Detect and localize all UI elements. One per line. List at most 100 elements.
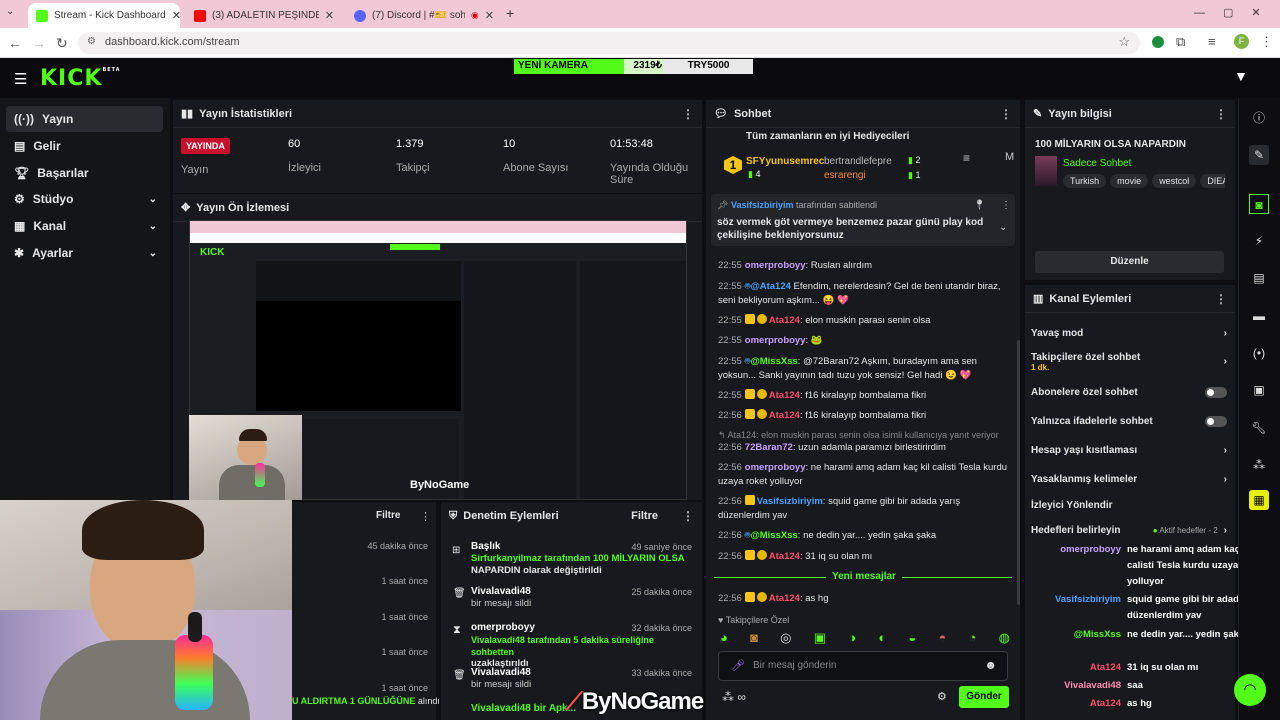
tag[interactable]: westcol	[1152, 174, 1197, 188]
chat-title: Sohbet	[733, 107, 772, 120]
tab-search-icon[interactable]: ⌄	[6, 6, 22, 22]
more-icon[interactable]: ⋮	[682, 509, 694, 523]
action-account-age[interactable]: Hesap yaşı kısıtlaması ›	[1031, 445, 1227, 456]
sidebar-item-yayin[interactable]: ((·)) Yayın	[6, 106, 163, 132]
preview-title: Yayın Ön İzlemesi	[196, 201, 290, 214]
unpin-icon[interactable]: 📍︎	[973, 200, 986, 211]
tag[interactable]: Turkish	[1063, 174, 1107, 188]
wallet-icon: ▤	[14, 139, 26, 153]
action-banned-words[interactable]: Yasaklanmış kelimeler ›	[1031, 474, 1227, 485]
info-icon[interactable]: ⓘ	[1249, 108, 1269, 128]
chevron-down-icon[interactable]: ⌄	[999, 222, 1007, 233]
more-icon[interactable]: ⋮	[1215, 107, 1227, 121]
new-messages-label[interactable]: Yeni mesajlar	[826, 571, 902, 582]
user-avatar[interactable]: ▼	[1234, 68, 1252, 86]
highlight-icon[interactable]: ▦	[1249, 490, 1269, 510]
right-rail	[1238, 98, 1280, 720]
sidebar-item-gelir[interactable]: ▤ Gelir	[6, 133, 163, 159]
edit-button[interactable]: Düzenle	[1035, 251, 1224, 273]
bookmark-star-icon[interactable]: ☆	[1118, 34, 1130, 50]
action-slow-mode[interactable]: Yavaş mod ›	[1031, 328, 1227, 339]
edit-icon[interactable]: ✎	[1249, 145, 1269, 165]
sidebar-item-studyo[interactable]: ⚙ Stüdyo ⌄	[6, 186, 163, 212]
media-icon[interactable]: ≡	[1208, 34, 1216, 49]
wrench-icon[interactable]: 🔧︎	[1249, 418, 1269, 438]
new-tab-button[interactable]: +	[506, 5, 514, 21]
action-raid[interactable]: İzleyici Yönlendir	[1031, 500, 1227, 511]
sidebar-item-label: Ayarlar	[32, 246, 73, 260]
sidebar-item-ayarlar[interactable]: ✱ Ayarlar ⌄	[6, 240, 163, 266]
microphone-icon[interactable]: 🎤︎	[731, 659, 745, 672]
chat-settings-icon[interactable]: ⚙	[937, 690, 947, 703]
address-bar[interactable]: ⚙ dashboard.kick.com/stream ☆	[78, 32, 1140, 54]
tab-kick-dashboard[interactable]: Stream - Kick Dashboard ✕	[28, 3, 180, 28]
send-button[interactable]: Gönder	[959, 686, 1009, 708]
extension-icon[interactable]	[1152, 36, 1164, 48]
filter-button[interactable]: Filtre	[631, 510, 658, 522]
mod-log-item: Başlık 49 saniye önce Sirfurkanyilmaz tar…	[471, 541, 692, 576]
window-controls[interactable]: —▢✕	[1194, 6, 1279, 19]
emoji-icon[interactable]: ☻	[984, 658, 997, 672]
chevron-right-icon: ›	[1223, 474, 1227, 485]
gifter-1-name[interactable]: SFYyunusemrec	[746, 156, 824, 167]
collapse-m-icon[interactable]: M	[1005, 151, 1014, 163]
tab-title: Stream - Kick Dashboard	[54, 10, 166, 21]
sidebar-item-kanal[interactable]: ▦ Kanal ⌄	[6, 213, 163, 239]
moderation-header: ⛨ Denetim Eylemleri Filtre ⋮	[441, 502, 702, 530]
browser-tab-bar: ⌄ Stream - Kick Dashboard ✕ (3) ADALETİN…	[0, 0, 1280, 28]
profile-avatar[interactable]: F	[1234, 34, 1249, 49]
chat-bubble-icon[interactable]: ▬	[1249, 306, 1269, 326]
back-icon[interactable]: ←	[8, 35, 22, 51]
tag[interactable]: movie	[1110, 174, 1149, 188]
more-icon[interactable]: ⋮	[1001, 200, 1011, 211]
action-goals[interactable]: Hedefleri belirleyin ● Aktif hedefler - 2…	[1031, 525, 1227, 536]
action-emotes-only[interactable]: Yalnızca ifadelerle sohbet	[1031, 416, 1227, 427]
action-followers-only[interactable]: Takipçilere özel sohbet 1 dk. ›	[1031, 352, 1227, 372]
category-name[interactable]: Sadece Sohbet	[1063, 158, 1131, 169]
browser-menu-icon[interactable]: ⋮	[1260, 34, 1273, 50]
chat-scrollbar[interactable]	[1017, 340, 1020, 605]
more-icon[interactable]: ⋮	[682, 107, 694, 121]
followers-only-label: ♥︎ Takipçilere Özel	[718, 615, 790, 625]
chat-message: 22:56 omerproboyy: ne harami amq adam kaç…	[718, 462, 1008, 487]
shapes-icon[interactable]: ⁂	[1249, 455, 1269, 475]
list-icon[interactable]: ▤	[1249, 268, 1269, 288]
layout-icon[interactable]: ▣	[1249, 380, 1269, 400]
reload-icon[interactable]: ↻	[56, 35, 68, 52]
chat-message: 22:56 Vasifsizbiriyim: squid game gibi bi…	[718, 495, 961, 521]
chat-icon: 💬︎	[714, 108, 728, 120]
support-chat-icon[interactable]: ◠	[1234, 674, 1266, 706]
gifter-3-name[interactable]: esrarengi	[824, 170, 866, 181]
focus-icon[interactable]: ◙	[1249, 194, 1269, 214]
radio-icon[interactable]: (•)	[1249, 343, 1269, 363]
gifter-2-name[interactable]: bertrandlefepre	[824, 156, 892, 167]
close-icon[interactable]: ✕	[172, 9, 180, 22]
preview-browser-tabs	[190, 221, 686, 233]
forward-icon[interactable]: →	[32, 35, 46, 51]
sidebar-item-basarilar[interactable]: 🏆︎ Başarılar	[6, 160, 163, 186]
chat-tools-icon[interactable]: ⁂ ∞	[722, 690, 746, 704]
close-icon[interactable]: ✕	[485, 9, 494, 22]
site-info-icon[interactable]: ⚙	[87, 36, 96, 47]
emote-row[interactable]: ◕ ◙ ◎ ▣ ◑ ◐ ◒ ◓ ◔ ◍	[720, 630, 1010, 646]
tab-youtube[interactable]: (3) ADALETİN PEŞİNDEKİ DEDE... ✕	[186, 3, 342, 28]
reply-context: ↰ Ata124: elon muskin parası senin olsa …	[718, 430, 999, 440]
shield-icon: ⛨	[449, 509, 458, 522]
chat-message: 22:55 🤖︎@MissXss: @72Baran72 Aşkım, burad…	[718, 356, 977, 381]
bolt-icon[interactable]: ⚡︎	[1249, 231, 1269, 251]
close-icon[interactable]: ✕	[325, 9, 334, 22]
kick-logo[interactable]: KICKBETA	[40, 66, 121, 91]
emote-icon: ◐	[878, 630, 887, 645]
hamburger-menu-icon[interactable]: ☰	[14, 70, 27, 88]
donation-current: 2319₺	[624, 59, 664, 74]
extensions-puzzle-icon[interactable]: ⧉	[1176, 34, 1185, 50]
tab-discord[interactable]: (7) Discord | #🎫 sohbet | ◉ ✕	[346, 3, 502, 28]
more-icon[interactable]: ⋮	[1215, 292, 1227, 306]
tag[interactable]: DIEALI	[1200, 174, 1225, 188]
sort-icon[interactable]: ≡	[963, 151, 970, 165]
action-subscribers-only[interactable]: Abonelere özel sohbet	[1031, 387, 1227, 398]
more-icon[interactable]: ⋮	[1000, 107, 1012, 121]
more-icon[interactable]: ⋮	[420, 510, 431, 523]
filter-button[interactable]: Filtre	[376, 510, 400, 521]
chat-input[interactable]: 🎤︎ Bir mesaj gönderin ☻	[718, 651, 1008, 681]
